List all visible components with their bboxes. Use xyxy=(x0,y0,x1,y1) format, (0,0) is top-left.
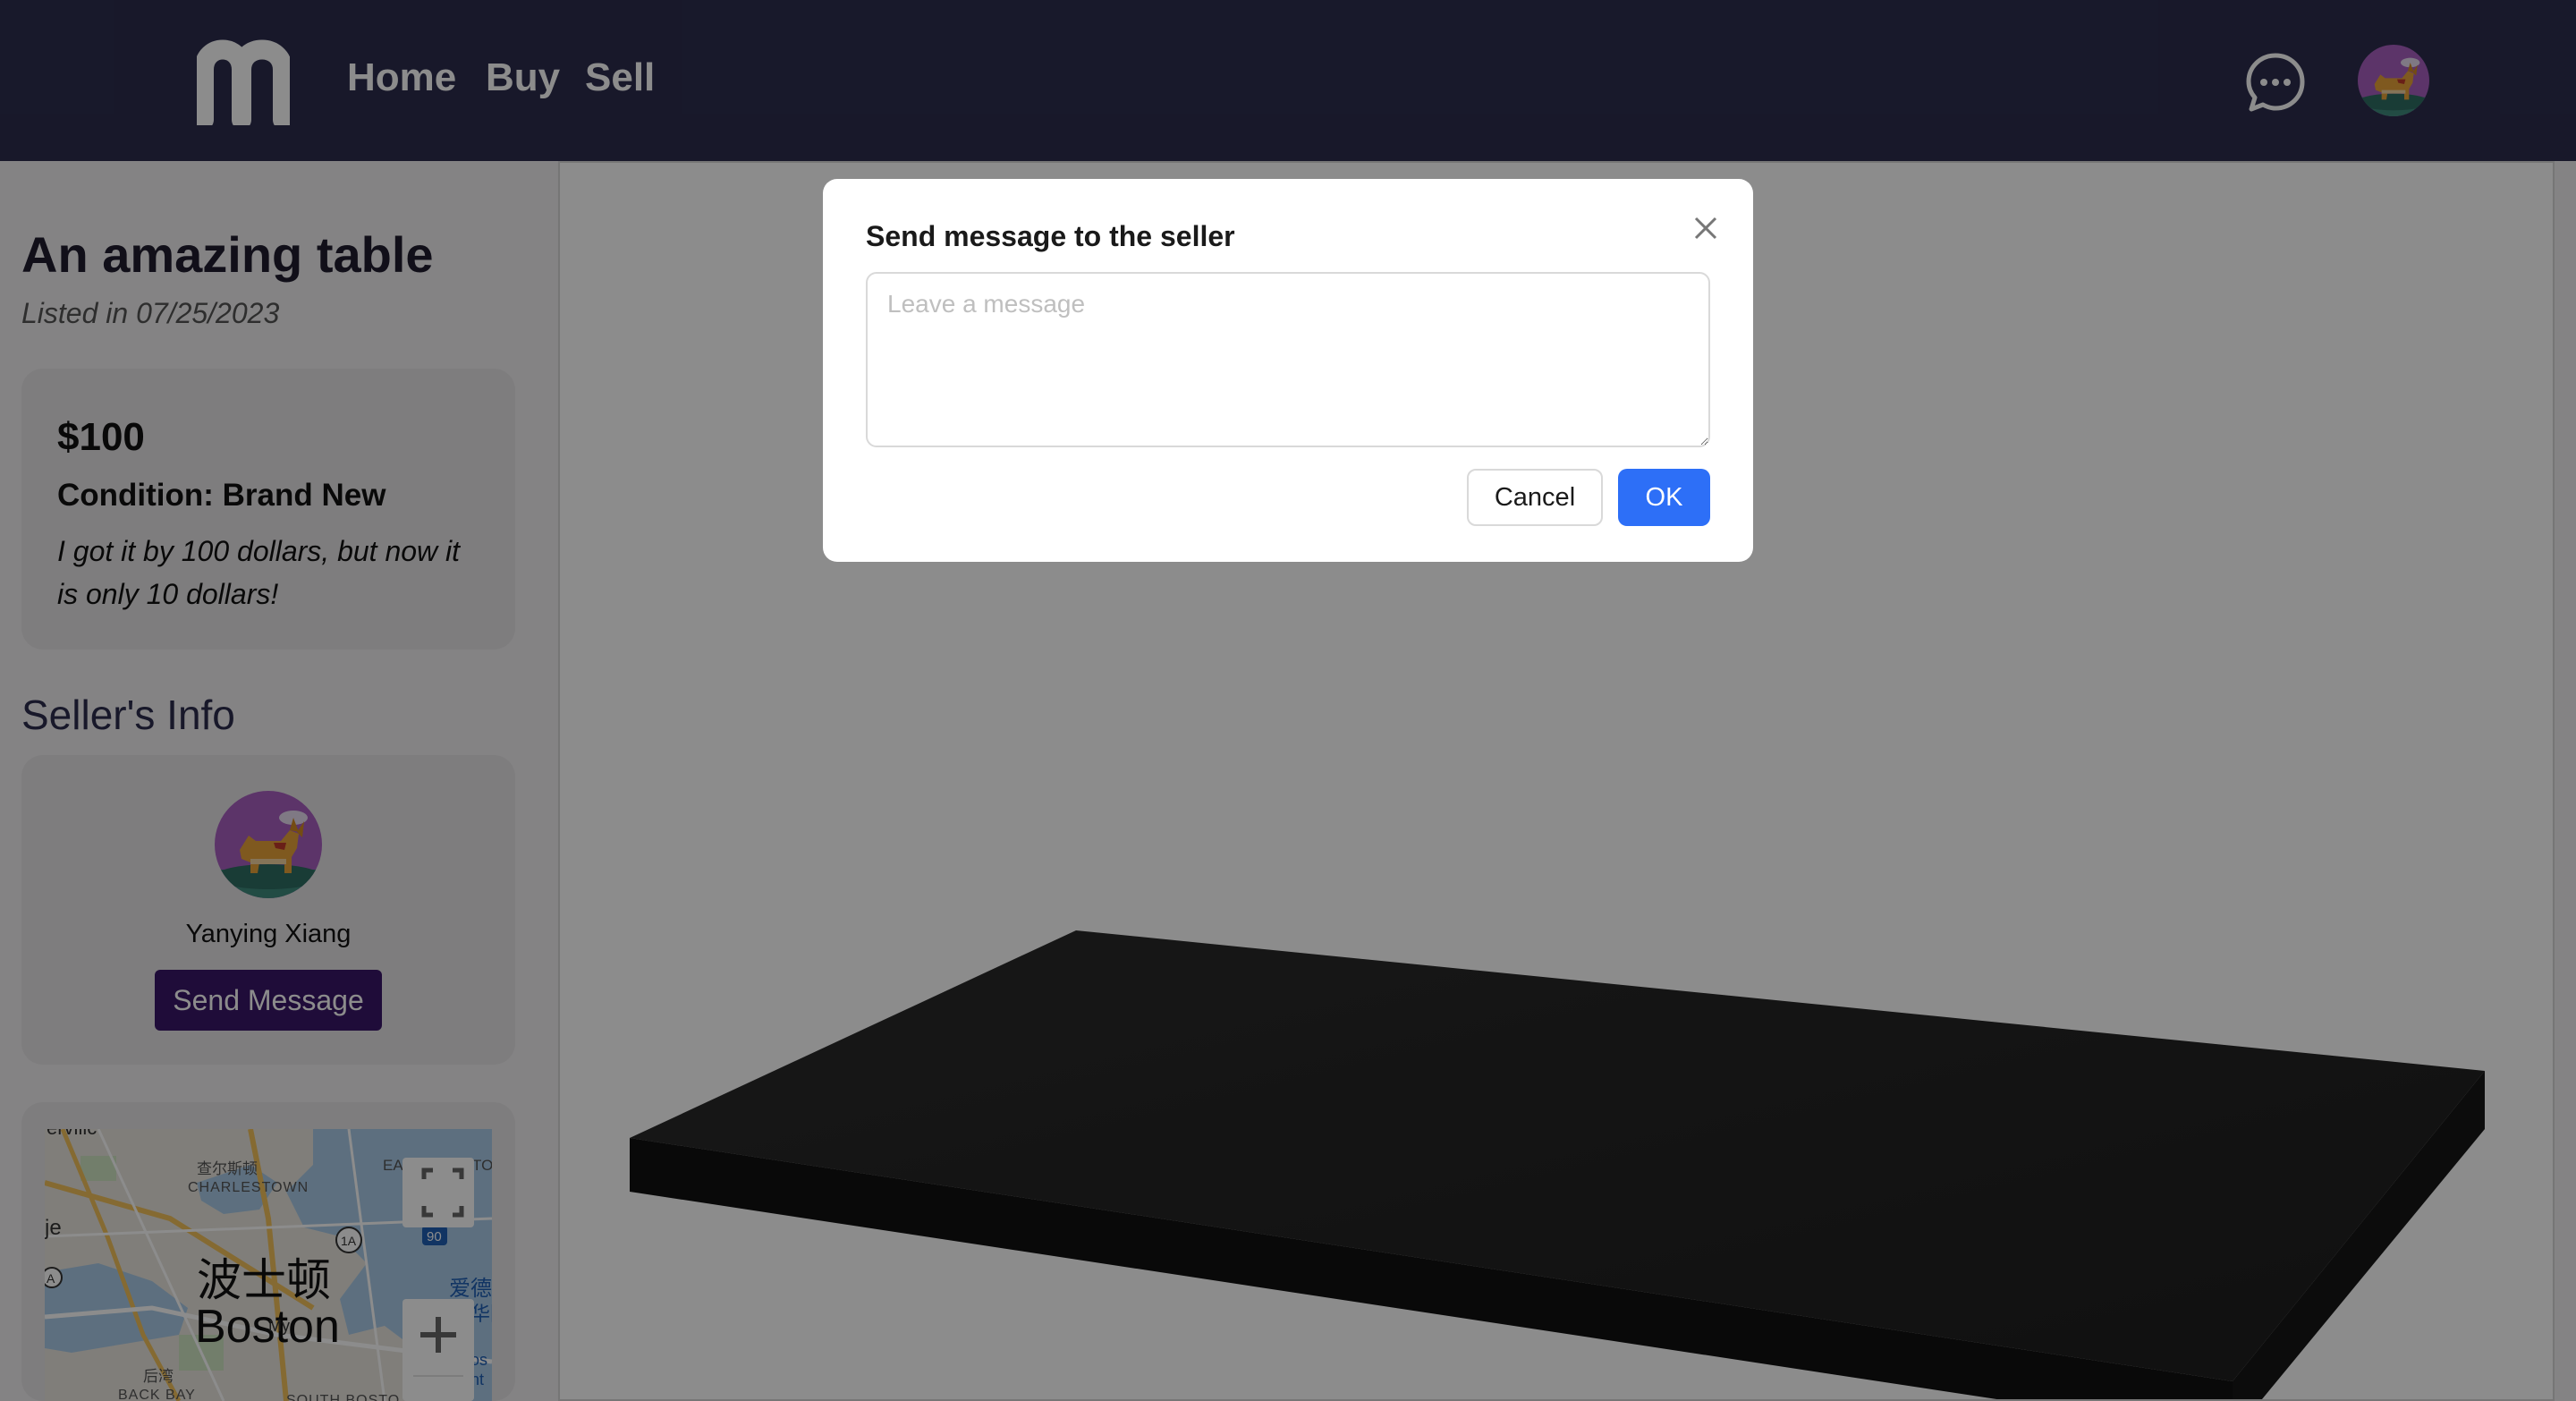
dialog-title: Send message to the seller xyxy=(866,220,1235,252)
cancel-button[interactable]: Cancel xyxy=(1467,469,1603,526)
message-input[interactable] xyxy=(866,272,1710,447)
ok-button[interactable]: OK xyxy=(1618,469,1710,526)
close-icon[interactable] xyxy=(1690,213,1721,243)
send-message-dialog: Send message to the seller Cancel OK xyxy=(823,179,1753,562)
